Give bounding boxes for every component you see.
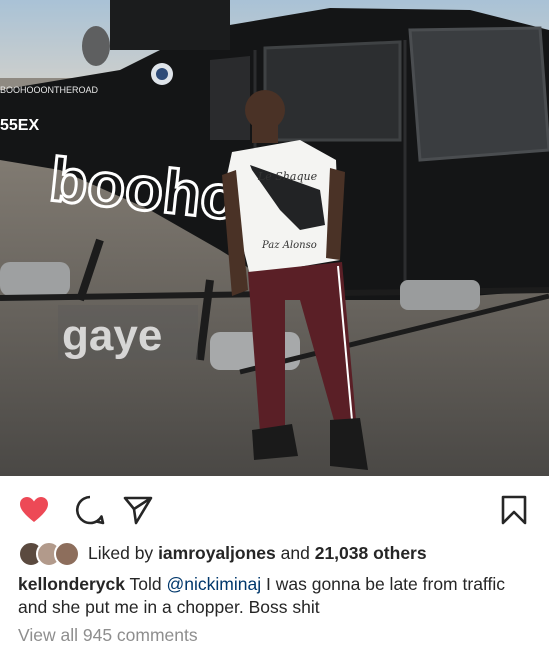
- action-bar: [0, 476, 549, 534]
- view-all-comments-link[interactable]: View all 945 comments: [18, 625, 198, 646]
- comment-icon: [75, 495, 105, 525]
- avatar: [54, 541, 80, 567]
- comment-button[interactable]: [74, 494, 106, 526]
- paper-plane-icon: [123, 496, 153, 525]
- caption-username[interactable]: kellonderyck: [18, 574, 125, 594]
- share-button[interactable]: [122, 494, 154, 526]
- caption: kellonderyck Told @nickiminaj I was gonn…: [18, 573, 518, 619]
- like-button[interactable]: [18, 494, 50, 526]
- shirt-text-bottom: Paz Alonso: [261, 240, 317, 251]
- post-photo[interactable]: BOOHOOONTHEROAD 55EX boohoo.c Le Shaque …: [0, 0, 549, 476]
- bookmark-icon: [501, 495, 527, 525]
- liker-avatars[interactable]: [18, 540, 82, 567]
- likes-row: Liked by iamroyaljones and 21,038 others: [18, 540, 427, 567]
- heart-filled-icon: [20, 497, 48, 522]
- watermark: gaye: [62, 311, 162, 360]
- likes-others-link[interactable]: 21,038 others: [315, 543, 427, 564]
- shirt-text-top: Le Shaque: [257, 170, 318, 183]
- save-button[interactable]: [498, 494, 530, 526]
- helicopter-registration-text: 55EX: [0, 117, 39, 134]
- caption-mention[interactable]: @nickiminaj: [167, 574, 262, 594]
- helicopter-tail-text: BOOHOOONTHEROAD: [0, 85, 99, 95]
- likes-middle: and: [280, 542, 310, 563]
- caption-text-before: Told: [129, 574, 162, 594]
- likes-prefix: Liked by: [88, 542, 154, 563]
- liker-username[interactable]: iamroyaljones: [158, 543, 276, 564]
